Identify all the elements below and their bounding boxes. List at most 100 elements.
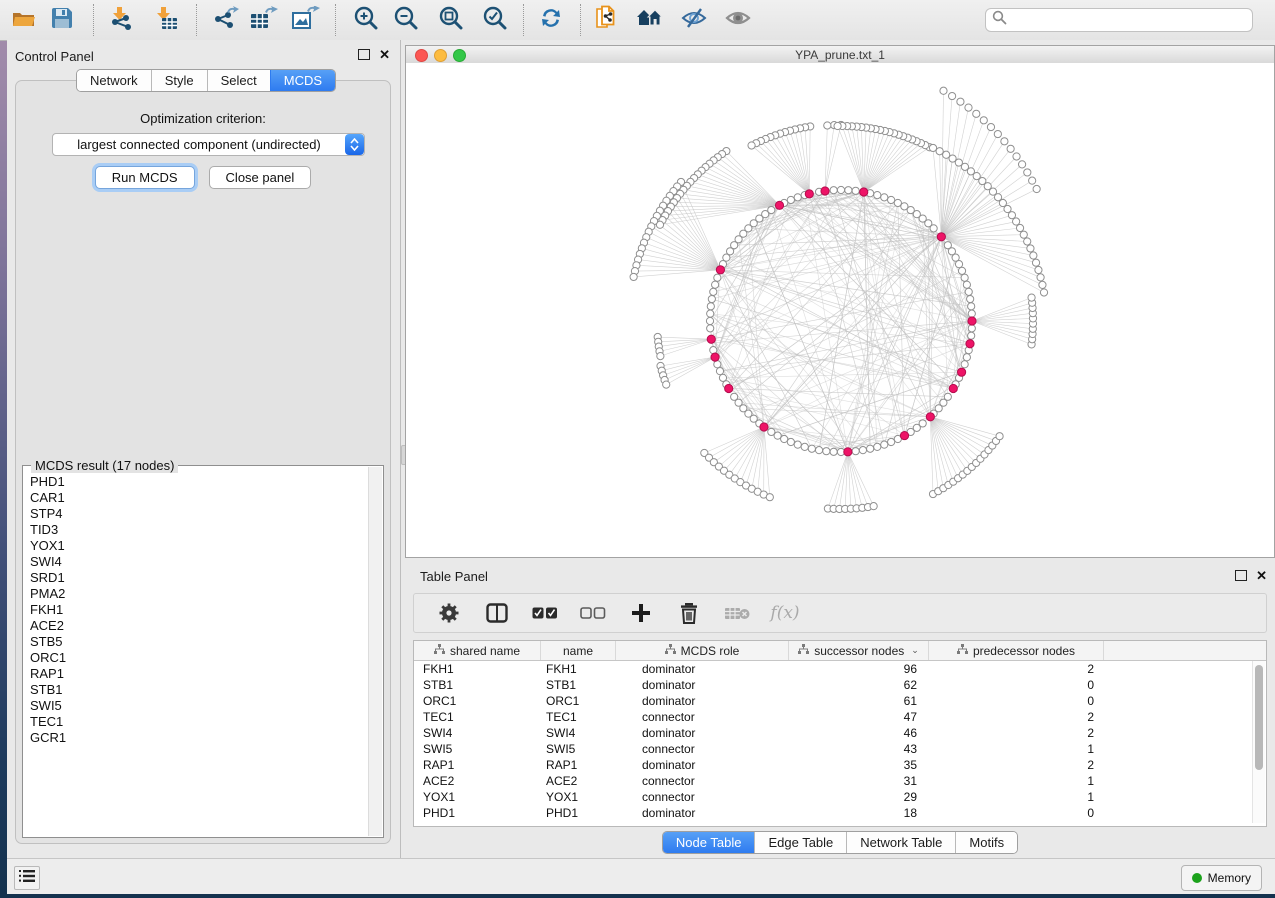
close-panel-icon[interactable]: ✕	[379, 50, 390, 60]
mcds-list-scrollbar[interactable]	[368, 467, 382, 836]
zoom-fit-button[interactable]	[437, 7, 465, 33]
column-header-successor-nodes[interactable]: successor nodes⌄	[789, 641, 929, 660]
float-table-panel-icon[interactable]	[1235, 570, 1247, 581]
mcds-result-item[interactable]: ACE2	[24, 618, 369, 634]
import-network-button[interactable]	[108, 7, 136, 33]
table-cell: FKH1	[414, 662, 541, 676]
table-scrollbar[interactable]	[1252, 661, 1265, 823]
table-row[interactable]: SWI5SWI5connector431	[414, 741, 1266, 757]
tab-motifs[interactable]: Motifs	[955, 832, 1017, 853]
table-cell: connector	[616, 710, 789, 724]
toolbar-separator	[335, 4, 336, 36]
tab-style[interactable]: Style	[151, 70, 207, 91]
table-cell: SWI4	[414, 726, 541, 740]
table-cell: 1	[929, 774, 1104, 788]
mcds-result-item[interactable]: FKH1	[24, 602, 369, 618]
refresh-view-button[interactable]	[537, 7, 565, 33]
show-hidden-button[interactable]	[724, 7, 752, 33]
network-window-titlebar[interactable]: YPA_prune.txt_1	[406, 46, 1274, 64]
table-cell: 0	[929, 694, 1104, 708]
show-all-networks-button[interactable]	[636, 7, 664, 33]
zoom-in-button[interactable]	[352, 7, 380, 33]
column-header-name[interactable]: name	[541, 641, 616, 660]
save-session-button[interactable]	[48, 7, 76, 33]
mcds-result-item[interactable]: ORC1	[24, 650, 369, 666]
table-scrollbar-thumb[interactable]	[1255, 665, 1263, 770]
select-all-columns-icon[interactable]	[532, 600, 558, 626]
tab-edge-table[interactable]: Edge Table	[754, 832, 846, 853]
zoom-out-button[interactable]	[392, 7, 420, 33]
mcds-result-item[interactable]: PMA2	[24, 586, 369, 602]
mcds-result-item[interactable]: YOX1	[24, 538, 369, 554]
float-panel-icon[interactable]	[358, 49, 370, 60]
table-cell: 31	[789, 774, 929, 788]
export-network-button[interactable]	[212, 7, 240, 33]
zoom-selected-button[interactable]	[481, 7, 509, 33]
export-image-button[interactable]	[292, 7, 320, 33]
mcds-result-item[interactable]: CAR1	[24, 490, 369, 506]
close-panel-button[interactable]: Close panel	[209, 166, 312, 189]
tab-network[interactable]: Network	[77, 70, 151, 91]
mcds-result-item[interactable]: SWI5	[24, 698, 369, 714]
column-header-predecessor-nodes[interactable]: predecessor nodes	[929, 641, 1104, 660]
memory-button-label: Memory	[1208, 871, 1251, 885]
table-cell: ACE2	[541, 774, 616, 788]
mcds-result-item[interactable]: SWI4	[24, 554, 369, 570]
mcds-result-item[interactable]: PHD1	[24, 474, 369, 490]
network-window: YPA_prune.txt_1	[405, 45, 1275, 558]
mcds-result-item[interactable]: STB1	[24, 682, 369, 698]
open-session-button[interactable]	[10, 7, 38, 33]
mcds-result-fieldset: MCDS result (17 nodes) PHD1CAR1STP4TID3Y…	[22, 465, 384, 838]
search-input[interactable]	[1011, 12, 1252, 28]
table-row[interactable]: ACE2ACE2connector311	[414, 773, 1266, 789]
column-header-mcds-role[interactable]: MCDS role	[616, 641, 789, 660]
mcds-result-item[interactable]: TEC1	[24, 714, 369, 730]
close-table-panel-icon[interactable]: ✕	[1256, 571, 1267, 581]
table-row[interactable]: ORC1ORC1dominator610	[414, 693, 1266, 709]
export-table-button[interactable]	[250, 7, 278, 33]
table-options-gear-icon[interactable]	[436, 600, 462, 626]
table-row[interactable]: PHD1PHD1dominator180	[414, 805, 1266, 821]
zoom-out-icon	[394, 6, 418, 35]
app-main: Control Panel ✕ NetworkStyleSelectMCDS O…	[7, 40, 1275, 893]
toggle-panel-icon[interactable]	[484, 600, 510, 626]
unselect-all-columns-icon[interactable]	[580, 600, 606, 626]
run-mcds-button[interactable]: Run MCDS	[95, 166, 195, 189]
save-floppy-icon	[51, 7, 73, 34]
table-row[interactable]: RAP1RAP1dominator352	[414, 757, 1266, 773]
delete-column-icon[interactable]	[676, 600, 702, 626]
mcds-result-list[interactable]: PHD1CAR1STP4TID3YOX1SWI4SRD1PMA2FKH1ACE2…	[24, 474, 369, 836]
mcds-result-item[interactable]: STB5	[24, 634, 369, 650]
tab-node-table[interactable]: Node Table	[663, 832, 755, 853]
table-row[interactable]: TEC1TEC1connector472	[414, 709, 1266, 725]
table-row[interactable]: FKH1FKH1dominator962	[414, 661, 1266, 677]
table-cell: 2	[929, 662, 1104, 676]
mcds-result-item[interactable]: GCR1	[24, 730, 369, 746]
table-row[interactable]: STB1STB1dominator620	[414, 677, 1266, 693]
add-column-icon[interactable]	[628, 600, 654, 626]
tab-network-table[interactable]: Network Table	[846, 832, 955, 853]
tab-mcds[interactable]: MCDS	[270, 70, 335, 91]
table-row[interactable]: YOX1YOX1connector291	[414, 789, 1266, 805]
table-cell: connector	[616, 774, 789, 788]
import-table-button[interactable]	[152, 7, 180, 33]
network-canvas[interactable]	[406, 63, 1274, 557]
shared-column-icon	[434, 644, 445, 658]
tab-select[interactable]: Select	[207, 70, 270, 91]
clone-network-button[interactable]	[593, 7, 621, 33]
task-history-button[interactable]	[14, 866, 40, 890]
export-table-icon	[250, 6, 278, 35]
mcds-result-item[interactable]: SRD1	[24, 570, 369, 586]
mcds-result-item[interactable]: RAP1	[24, 666, 369, 682]
memory-button[interactable]: Memory	[1181, 865, 1262, 891]
mcds-result-item[interactable]: STP4	[24, 506, 369, 522]
table-cell: SWI5	[414, 742, 541, 756]
zoom-selected-icon	[483, 6, 507, 35]
mcds-result-item[interactable]: TID3	[24, 522, 369, 538]
criterion-dropdown[interactable]: largest connected component (undirected)	[52, 133, 365, 156]
table-cell: 2	[929, 758, 1104, 772]
node-table-header: shared namenameMCDS rolesuccessor nodes⌄…	[414, 641, 1266, 661]
hide-selected-button[interactable]	[680, 7, 708, 33]
column-header-shared-name[interactable]: shared name	[414, 641, 541, 660]
table-row[interactable]: SWI4SWI4dominator462	[414, 725, 1266, 741]
